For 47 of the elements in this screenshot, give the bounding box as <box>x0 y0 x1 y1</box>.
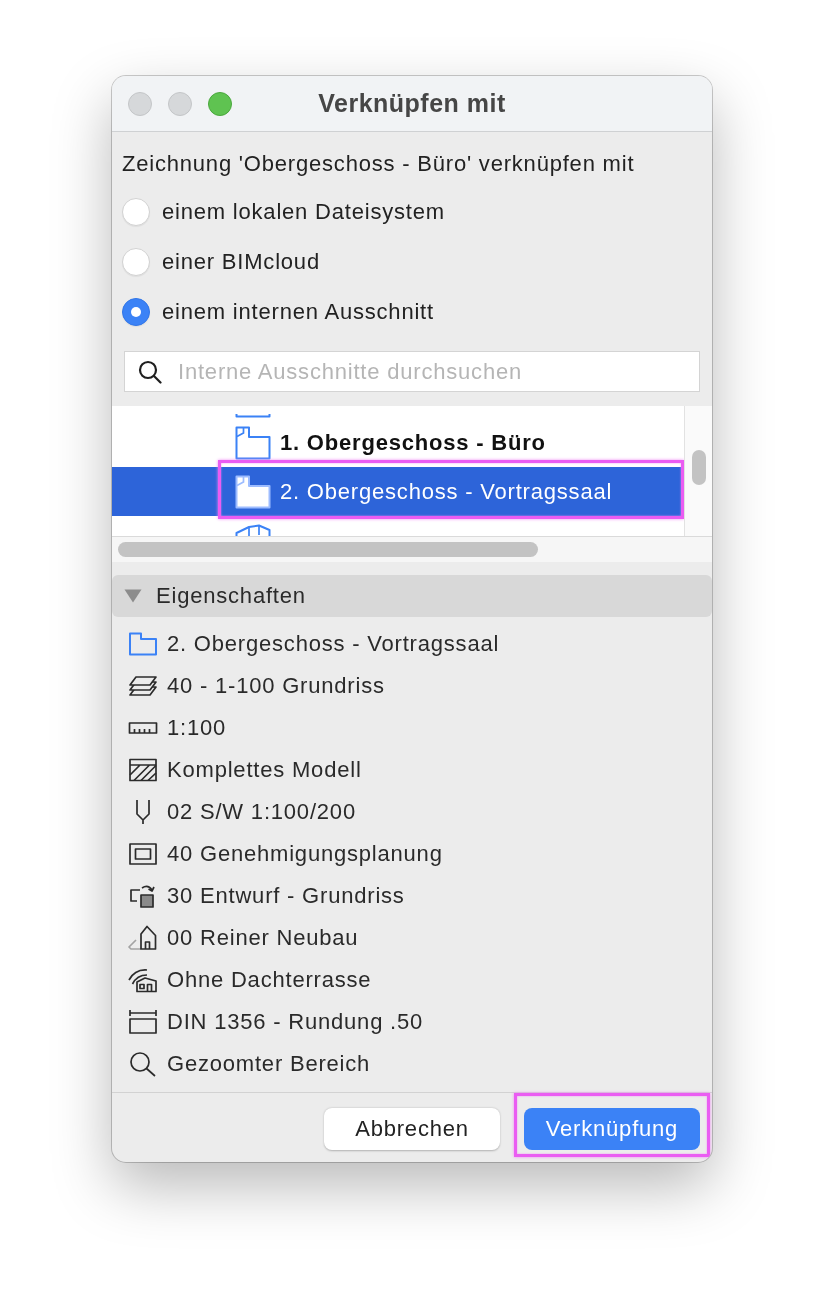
square-arrow-icon <box>128 883 158 909</box>
radio-label[interactable]: einem lokalen Dateisystem <box>162 199 445 225</box>
minimize-button[interactable] <box>168 91 192 116</box>
property-text: 1:100 <box>167 715 227 741</box>
house-arcs-icon <box>128 967 158 993</box>
tree-label[interactable]: 1. Obergeschoss - Büro <box>280 428 546 457</box>
horizontal-scrollbar[interactable] <box>112 536 712 562</box>
property-text: Komplettes Modell <box>167 757 362 783</box>
property-text: 2. Obergeschoss - Vortragssaal <box>167 631 500 657</box>
section-header[interactable]: Eigenschaften <box>112 575 712 617</box>
dimension-icon <box>128 1009 158 1035</box>
window-title: Verknüpfen mit <box>318 89 506 118</box>
cancel-button[interactable]: Abbrechen <box>324 1108 500 1150</box>
search-field[interactable]: Interne Ausschnitte durchsuchen <box>124 351 700 392</box>
confirm-button[interactable]: Verknüpfung <box>524 1108 700 1150</box>
section-title: Eigenschaften <box>156 583 306 609</box>
layers-icon <box>128 673 158 699</box>
property-text: 02 S/W 1:100/200 <box>167 799 356 825</box>
floor-plan-icon <box>235 414 271 418</box>
tree-label[interactable]: 2. Obergeschoss - Vortragssaal <box>280 477 613 506</box>
vertical-scrollbar[interactable] <box>684 406 712 536</box>
frame-icon <box>128 841 158 867</box>
property-text: 40 Genehmigungsplanung <box>167 841 443 867</box>
cube-icon <box>235 524 271 536</box>
prompt-text: Zeichnung 'Obergeschoss - Büro' verknüpfen mit <box>122 151 636 177</box>
floor-plan-icon <box>235 425 271 460</box>
zoom-button[interactable] <box>208 91 232 116</box>
property-text: DIN 1356 - Rundung .50 <box>167 1009 424 1035</box>
floor-plan-icon <box>235 474 271 509</box>
radio-button[interactable] <box>122 298 150 326</box>
radio-label[interactable]: einer BIMcloud <box>162 249 320 275</box>
scrollbar-thumb[interactable] <box>691 450 706 485</box>
hatched-box-icon <box>128 757 158 783</box>
radio-label[interactable]: einem internen Ausschnitt <box>162 299 434 325</box>
property-text: Ohne Dachterrasse <box>167 967 372 993</box>
magnifier-icon <box>128 1051 158 1077</box>
property-text: 00 Reiner Neubau <box>167 925 359 951</box>
scrollbar-thumb[interactable] <box>118 542 538 557</box>
house-icon <box>128 925 158 951</box>
disclosure-triangle-icon <box>124 589 142 603</box>
property-text: 40 - 1-100 Grundriss <box>167 673 385 699</box>
close-button[interactable] <box>128 91 152 116</box>
search-icon <box>138 360 162 384</box>
property-text: 30 Entwurf - Grundriss <box>167 883 405 909</box>
floor-plan-icon <box>128 631 158 657</box>
tree-row[interactable]: 1. Obergeschoss - Büro <box>112 418 684 467</box>
property-text: Gezoomter Bereich <box>167 1051 371 1077</box>
